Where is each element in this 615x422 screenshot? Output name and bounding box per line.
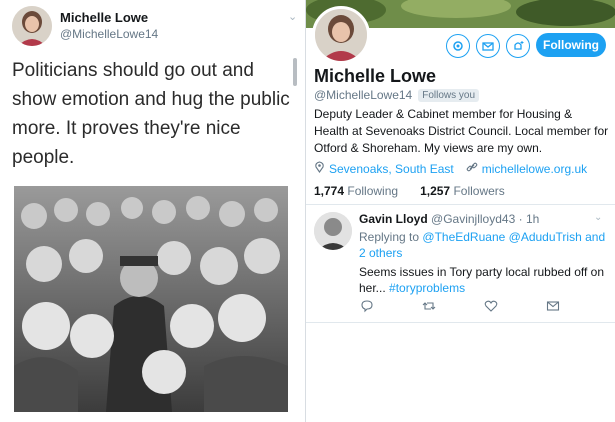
reply-header: Gavin Lloyd @Gavinjlloyd43 · 1h	[359, 212, 539, 226]
following-button[interactable]: Following	[536, 33, 606, 57]
scrollbar[interactable]	[293, 58, 297, 86]
settings-icon[interactable]	[446, 34, 470, 58]
reply-author-avatar[interactable]	[314, 212, 352, 250]
followers-label: Followers	[453, 184, 505, 198]
profile-location: Sevenoaks, South East	[329, 161, 454, 176]
profile-bio: Deputy Leader & Cabinet member for Housi…	[314, 107, 609, 155]
reply-icon[interactable]	[359, 298, 375, 314]
link-icon	[466, 161, 478, 176]
reply-mention[interactable]: @AduduTrish	[509, 230, 582, 244]
tweet-text: Politicians should go out and show emoti…	[12, 60, 290, 168]
message-icon[interactable]	[476, 34, 500, 58]
author-handle[interactable]: @MichelleLowe14	[60, 27, 158, 41]
reply-author-name[interactable]: Gavin Lloyd	[359, 212, 428, 226]
followers-stat[interactable]: 1,257 Followers	[420, 184, 505, 198]
dm-icon[interactable]	[545, 298, 561, 314]
followers-count: 1,257	[420, 184, 451, 198]
profile-stats: 1,774 Following 1,257 Followers	[314, 184, 505, 198]
left-tweet-panel: Michelle Lowe @MichelleLowe14 ⌄ Politici…	[0, 0, 306, 422]
notification-add-icon[interactable]	[506, 34, 530, 58]
chevron-down-icon[interactable]: ⌄	[288, 10, 297, 23]
profile-name: Michelle Lowe	[314, 66, 437, 86]
tweet-actions	[359, 298, 561, 314]
hashtag-link[interactable]: #toryproblems	[389, 281, 465, 295]
like-icon[interactable]	[483, 298, 499, 314]
tweet-photo[interactable]	[14, 186, 288, 412]
chevron-down-icon[interactable]: ⌄	[594, 212, 602, 223]
follows-you-badge: Follows you	[418, 88, 480, 102]
author-name[interactable]: Michelle Lowe	[60, 10, 148, 25]
reply-timestamp[interactable]: · 1h	[519, 212, 540, 226]
replying-to: Replying to @TheEdRuane @AduduTrish and …	[359, 229, 609, 261]
reply-mention[interactable]: @TheEdRuane	[422, 230, 505, 244]
profile-avatar[interactable]	[312, 6, 370, 64]
reply-text: Seems issues in Tory party local rubbed …	[359, 264, 609, 296]
profile-handle-row: @MichelleLowe14 Follows you	[314, 88, 480, 102]
profile-website-link[interactable]: michellelowe.org.uk	[482, 162, 587, 176]
profile-meta: Sevenoaks, South East michellelowe.org.u…	[314, 161, 587, 176]
following-stat[interactable]: 1,774 Following	[314, 184, 398, 198]
profile-handle: @MichelleLowe14	[314, 88, 413, 102]
following-label: Following	[347, 184, 399, 198]
divider	[306, 204, 615, 205]
following-count: 1,774	[314, 184, 345, 198]
retweet-icon[interactable]	[421, 298, 437, 314]
reply-author-handle[interactable]: @Gavinjlloyd43	[431, 212, 515, 226]
divider	[306, 322, 615, 323]
author-avatar[interactable]	[12, 6, 52, 46]
replying-prefix: Replying to	[359, 230, 420, 244]
profile-panel: Following Michelle Lowe @MichelleLowe14 …	[306, 0, 615, 422]
location-icon	[314, 161, 325, 176]
